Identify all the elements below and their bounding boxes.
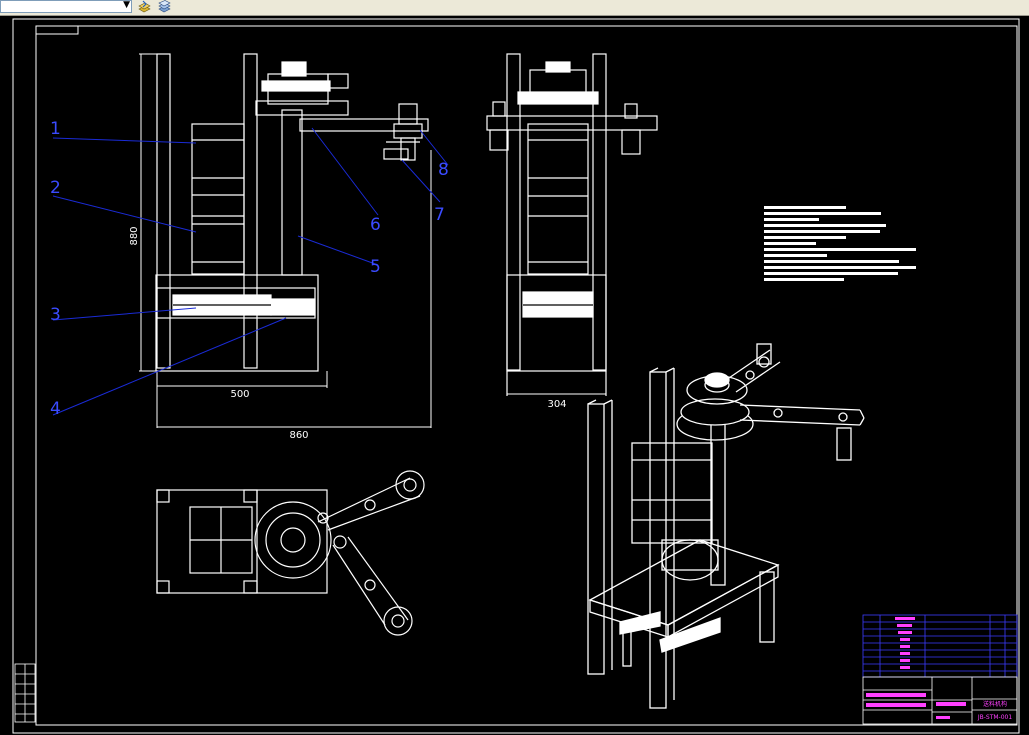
- side-view: [486, 53, 658, 396]
- title-block-fields: [866, 693, 966, 719]
- callout-6: 6: [370, 215, 381, 235]
- sheet-border-inner: [35, 25, 1018, 726]
- isometric-view: [587, 343, 865, 709]
- chevron-down-icon[interactable]: ▼: [123, 0, 130, 10]
- callout-numbers: 1 2 3 4 5 6 7 8: [50, 119, 449, 419]
- revision-box: [14, 663, 36, 723]
- layer-states-icon[interactable]: [137, 0, 152, 13]
- technical-notes: [764, 206, 916, 281]
- dimension-overall-width: 860: [289, 430, 308, 441]
- callout-2: 2: [50, 178, 61, 198]
- sheet-corner-mark: [35, 25, 79, 35]
- callout-8: 8: [438, 160, 449, 180]
- parts-list: [862, 614, 1018, 678]
- callout-7: 7: [434, 205, 445, 225]
- top-view: [156, 470, 425, 636]
- callout-4: 4: [50, 399, 61, 419]
- dimension-base-width: 500: [230, 389, 249, 400]
- callout-3: 3: [50, 305, 61, 325]
- dimension-height: 880: [129, 226, 140, 245]
- callout-5: 5: [370, 257, 381, 277]
- callout-1: 1: [50, 119, 61, 139]
- drawing-canvas[interactable]: 880 500 860 1 2 3 4 5 6 7 8 304 送料机构 JB-…: [0, 15, 1029, 735]
- front-view: [155, 53, 429, 372]
- title-block-drawing-name: 送料机构: [983, 700, 1007, 708]
- title-block-drawing-number: JB-STM-001: [977, 714, 1013, 721]
- layer-combo[interactable]: ▼: [0, 0, 132, 13]
- layer-previous-icon[interactable]: [157, 0, 172, 13]
- sheet-border-outer: [12, 18, 1020, 734]
- dimension-side-width: 304: [547, 399, 566, 410]
- leader-lines: [52, 127, 449, 416]
- toolbar: ▼: [0, 0, 1029, 16]
